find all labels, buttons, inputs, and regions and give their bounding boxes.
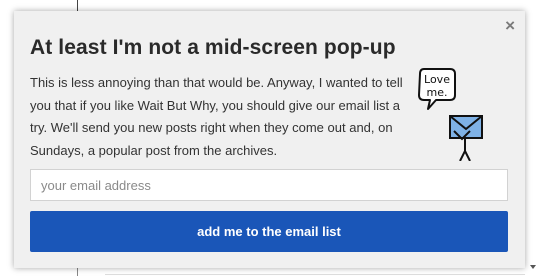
popup-description: This is less annoying than that would be… <box>30 75 403 158</box>
speech-bubble-text: Love <box>424 73 450 86</box>
page-divider-line-bottom <box>77 268 78 276</box>
stick-figure-envelope-illustration: Love me. <box>418 68 483 161</box>
close-icon[interactable]: × <box>505 17 515 34</box>
popup-title: At least I'm not a mid-screen pop-up <box>30 36 396 59</box>
scroll-down-arrow-icon[interactable] <box>530 265 536 269</box>
email-signup-popup: × At least I'm not a mid-screen pop-up T… <box>14 11 525 268</box>
page-bottom-rule <box>105 274 525 275</box>
add-to-email-list-button[interactable]: add me to the email list <box>30 211 508 252</box>
email-input[interactable] <box>30 169 508 201</box>
svg-text:me.: me. <box>427 86 448 99</box>
